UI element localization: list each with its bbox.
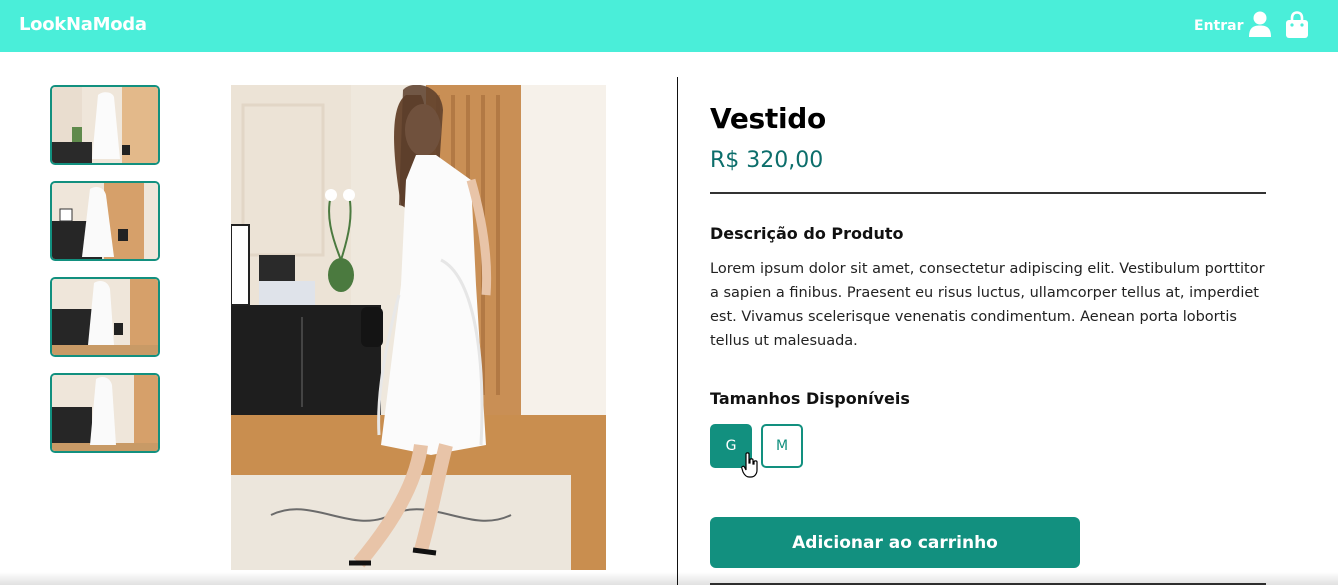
thumbnail-2[interactable] xyxy=(50,181,160,261)
thumbnail-1[interactable] xyxy=(50,85,160,165)
product-description: Lorem ipsum dolor sit amet, consectetur … xyxy=(710,261,1265,349)
brand-logo[interactable]: LookNaModa xyxy=(19,14,147,35)
product-price: R$ 320,00 xyxy=(710,148,824,173)
section-divider xyxy=(710,192,1266,194)
product-main-image xyxy=(231,85,606,570)
add-to-cart-button[interactable]: Adicionar ao carrinho xyxy=(710,517,1080,568)
login-label[interactable]: Entrar xyxy=(1194,18,1243,34)
top-navbar: LookNaModa Entrar xyxy=(0,0,1338,52)
description-heading: Descrição do Produto xyxy=(710,224,904,243)
user-icon[interactable] xyxy=(1249,11,1272,42)
thumbnail-list xyxy=(50,85,160,469)
thumbnail-4[interactable] xyxy=(50,373,160,453)
size-button-m[interactable]: M xyxy=(761,424,803,468)
hand-pointer-cursor xyxy=(741,452,759,478)
shopping-bag-icon[interactable] xyxy=(1285,11,1309,39)
vertical-divider xyxy=(677,77,678,585)
thumbnail-3[interactable] xyxy=(50,277,160,357)
sizes-heading: Tamanhos Disponíveis xyxy=(710,389,910,408)
login-link[interactable]: Entrar xyxy=(1194,11,1272,42)
product-title: Vestido xyxy=(710,102,826,135)
